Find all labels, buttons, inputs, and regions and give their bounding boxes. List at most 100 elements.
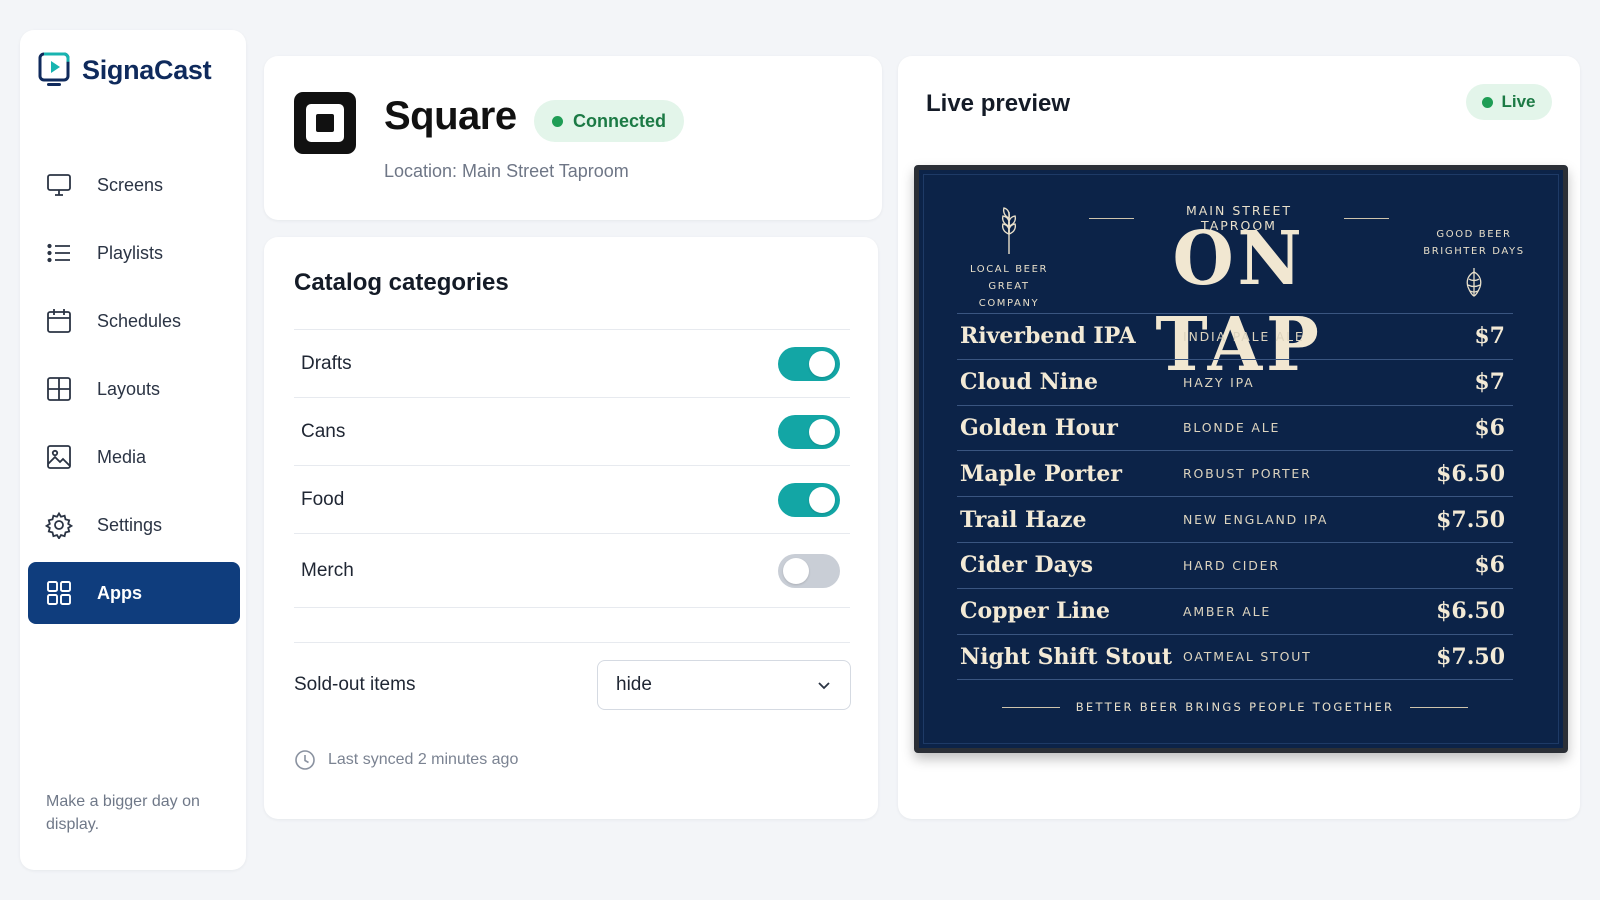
drafts-toggle[interactable] — [778, 346, 840, 381]
board-right-brand: GOOD BEER BRIGHTER DAYS — [1419, 226, 1529, 303]
sidebar-item-playlists[interactable]: Playlists — [28, 222, 240, 284]
beer-style: INDIA PALE ALE — [1183, 328, 1305, 344]
gear-icon — [45, 511, 73, 539]
beer-menu: Riverbend IPA INDIA PALE ALE $7 Cloud Ni… — [957, 313, 1513, 681]
preview-card: Live preview Live LOCAL BEER GREAT COMPA… — [898, 56, 1580, 819]
board-left-brand: LOCAL BEER GREAT COMPANY — [957, 206, 1061, 312]
menu-item: Riverbend IPA INDIA PALE ALE $7 — [957, 314, 1513, 360]
sold-out-selected-value: hide — [616, 674, 652, 695]
board-footer-text: BETTER BEER BRINGS PEOPLE TOGETHER — [1075, 700, 1395, 714]
sidebar-item-media[interactable]: Media — [28, 426, 240, 488]
category-row-cans: Cans — [294, 398, 850, 466]
clock-icon — [295, 750, 315, 770]
category-row-food: Food — [294, 466, 850, 534]
wheat-icon — [1001, 207, 1017, 254]
beer-price: $6 — [1474, 414, 1505, 441]
beer-price: $6.50 — [1436, 598, 1505, 625]
menu-item: Maple Porter ROBUST PORTER $6.50 — [957, 451, 1513, 498]
integration-name: Square — [384, 94, 517, 138]
beer-style: OATMEAL STOUT — [1183, 649, 1312, 665]
beer-name: Riverbend IPA — [960, 323, 1136, 350]
list-icon — [47, 243, 70, 263]
beer-style: BLONDE ALE — [1183, 420, 1281, 436]
preview-title: Live preview — [926, 90, 1071, 117]
sidebar-item-schedules[interactable]: Schedules — [28, 290, 240, 352]
left-brand-line2: GREAT COMPANY — [978, 281, 1040, 309]
category-list: Drafts Cans Food Merch — [294, 329, 850, 608]
category-label: Merch — [301, 559, 354, 581]
category-label: Cans — [301, 420, 346, 442]
menu-item: Cloud Nine HAZY IPA $7 — [957, 360, 1513, 406]
sidebar-item-label: Layouts — [97, 378, 161, 399]
status-dot-icon — [551, 115, 563, 127]
sidebar-item-label: Playlists — [97, 242, 164, 263]
hop-icon — [1466, 268, 1482, 297]
calendar-icon — [47, 309, 71, 333]
food-toggle[interactable] — [778, 482, 840, 517]
section-divider — [294, 642, 850, 643]
beer-style: NEW ENGLAND IPA — [1183, 512, 1329, 528]
footer-rule-right — [1410, 706, 1469, 708]
sidebar: SignaCast Screens Playlists Schedules La… — [20, 30, 246, 870]
category-row-merch: Merch — [294, 534, 850, 608]
category-label: Food — [301, 488, 345, 510]
category-label: Drafts — [301, 352, 352, 374]
menu-item: Trail Haze NEW ENGLAND IPA $7.50 — [957, 497, 1513, 543]
cans-toggle[interactable] — [778, 414, 840, 449]
last-synced-text: Last synced 2 minutes ago — [328, 751, 519, 768]
beer-price: $6.50 — [1436, 460, 1505, 487]
sidebar-item-label: Screens — [97, 174, 164, 195]
menu-item: Copper Line AMBER ALE $6.50 — [957, 589, 1513, 635]
menu-board-preview: LOCAL BEER GREAT COMPANY MAIN STREET TAP… — [914, 165, 1568, 753]
sidebar-item-screens[interactable]: Screens — [28, 154, 240, 216]
sidebar-item-label: Settings — [97, 514, 163, 535]
live-status-badge: Live — [1466, 84, 1552, 120]
beer-price: $7 — [1474, 323, 1505, 350]
app-logo[interactable]: SignaCast — [38, 52, 212, 88]
image-icon — [47, 445, 71, 469]
sold-out-label: Sold-out items — [294, 674, 416, 695]
beer-style: HAZY IPA — [1183, 374, 1255, 390]
menu-item: Night Shift Stout OATMEAL STOUT $7.50 — [957, 635, 1513, 681]
connection-status-badge: Connected — [534, 100, 684, 142]
sidebar-item-label: Apps — [97, 582, 142, 603]
square-logo-icon — [294, 92, 356, 154]
sidebar-item-apps[interactable]: Apps — [28, 562, 240, 624]
catalog-card: Catalog categories Drafts Cans Food Merc… — [264, 237, 878, 819]
monitor-icon — [47, 174, 71, 196]
live-status-label: Live — [1501, 92, 1536, 111]
sidebar-item-layouts[interactable]: Layouts — [28, 358, 240, 420]
catalog-title: Catalog categories — [294, 269, 509, 296]
beer-style: AMBER ALE — [1183, 603, 1272, 619]
right-brand-line2: BRIGHTER DAYS — [1423, 246, 1525, 257]
sidebar-nav: Screens Playlists Schedules Layouts Medi… — [28, 154, 240, 630]
beer-name: Golden Hour — [960, 414, 1118, 441]
layout-grid-icon — [47, 377, 71, 401]
beer-style: HARD CIDER — [1183, 557, 1280, 573]
beer-name: Night Shift Stout — [960, 643, 1173, 670]
left-brand-line1: LOCAL BEER — [969, 264, 1049, 275]
menu-item: Golden Hour BLONDE ALE $6 — [957, 406, 1513, 452]
apps-grid-icon — [47, 581, 71, 605]
live-dot-icon — [1482, 96, 1494, 108]
sidebar-item-label: Schedules — [97, 310, 182, 331]
board-footer: BETTER BEER BRINGS PEOPLE TOGETHER — [957, 700, 1513, 714]
sold-out-select[interactable]: hide — [597, 660, 851, 710]
connection-status-label: Connected — [572, 110, 666, 131]
beer-name: Trail Haze — [960, 506, 1087, 533]
chevron-down-icon — [818, 682, 830, 690]
beer-price: $7 — [1474, 369, 1505, 396]
beer-name: Maple Porter — [960, 460, 1122, 487]
merch-toggle[interactable] — [778, 553, 840, 588]
footer-rule-left — [1001, 706, 1060, 708]
integration-card: Square Connected Location: Main Street T… — [264, 56, 882, 220]
beer-name: Cloud Nine — [960, 369, 1099, 396]
last-synced: Last synced 2 minutes ago — [294, 749, 518, 771]
sidebar-item-settings[interactable]: Settings — [28, 494, 240, 556]
sidebar-item-label: Media — [97, 446, 147, 467]
app-name: SignaCast — [82, 54, 212, 85]
beer-style: ROBUST PORTER — [1183, 466, 1312, 482]
beer-price: $7.50 — [1436, 643, 1505, 670]
right-brand-line1: GOOD BEER — [1436, 229, 1512, 240]
integration-location: Location: Main Street Taproom — [384, 161, 629, 181]
